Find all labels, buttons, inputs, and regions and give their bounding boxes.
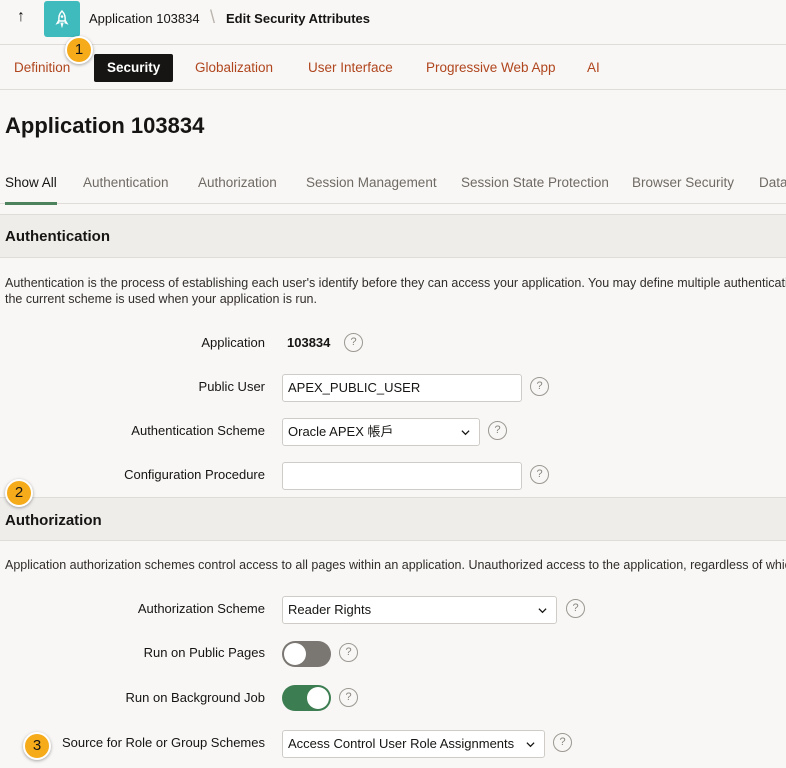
tab-ai[interactable]: AI — [574, 54, 613, 82]
run-on-public-pages-toggle[interactable] — [282, 641, 331, 667]
region-tabs: Show All Authentication Authorization Se… — [0, 168, 786, 205]
page-title: Application 103834 — [5, 113, 205, 138]
authorization-scheme-select[interactable]: Reader Rights — [282, 596, 557, 624]
toggle-knob — [307, 687, 329, 709]
tab-user-interface[interactable]: User Interface — [295, 54, 406, 82]
chevron-down-icon — [461, 430, 470, 436]
top-tabs: Definition Security Globalization User I… — [0, 46, 786, 90]
configuration-procedure-label: Configuration Procedure — [124, 467, 265, 482]
help-icon[interactable]: ? — [488, 421, 507, 440]
breadcrumb-separator: \ — [210, 7, 216, 27]
toggle-knob — [284, 643, 306, 665]
active-tab-indicator — [5, 202, 57, 205]
help-icon[interactable]: ? — [553, 733, 572, 752]
authentication-section-title: Authentication — [5, 228, 110, 245]
region-tab-show-all[interactable]: Show All — [5, 175, 57, 190]
chevron-down-icon — [538, 608, 547, 614]
source-for-role-value: Access Control User Role Assignments — [288, 736, 515, 751]
source-for-role-label: Source for Role or Group Schemes — [61, 735, 265, 750]
chevron-down-icon — [526, 742, 535, 748]
tab-progressive-web-app[interactable]: Progressive Web App — [413, 54, 569, 82]
public-user-label: Public User — [198, 379, 265, 394]
authentication-scheme-select[interactable]: Oracle APEX 帳戶 — [282, 418, 480, 446]
region-tab-session-management[interactable]: Session Management — [306, 175, 437, 190]
run-on-background-job-label: Run on Background Job — [125, 690, 265, 705]
configuration-procedure-field[interactable] — [282, 462, 522, 490]
region-tab-authorization[interactable]: Authorization — [198, 175, 277, 190]
help-icon[interactable]: ? — [344, 333, 363, 352]
run-on-public-pages-label: Run on Public Pages — [143, 645, 265, 660]
callout-marker-2: 2 — [5, 479, 33, 507]
authorization-scheme-label: Authorization Scheme — [137, 601, 265, 616]
run-on-background-job-toggle[interactable] — [282, 685, 331, 711]
authentication-description-line-1: Authentication is the process of establi… — [5, 276, 786, 290]
region-tab-data[interactable]: Data — [759, 175, 786, 190]
help-icon[interactable]: ? — [339, 688, 358, 707]
source-for-role-select[interactable]: Access Control User Role Assignments — [282, 730, 545, 758]
help-icon[interactable]: ? — [566, 599, 585, 618]
breadcrumb-current-page: Edit Security Attributes — [226, 11, 370, 26]
breadcrumb-app-link[interactable]: Application 103834 — [89, 11, 200, 26]
authentication-scheme-value: Oracle APEX 帳戶 — [288, 424, 394, 439]
rocket-icon[interactable] — [44, 1, 80, 37]
up-arrow-icon[interactable]: ↑ — [12, 8, 30, 28]
tab-globalization[interactable]: Globalization — [182, 54, 286, 82]
application-label: Application — [201, 335, 265, 350]
help-icon[interactable]: ? — [530, 465, 549, 484]
authorization-scheme-value: Reader Rights — [288, 602, 372, 617]
authentication-section-header: Authentication — [0, 214, 786, 258]
region-tab-authentication[interactable]: Authentication — [83, 175, 169, 190]
region-tab-session-state-protection[interactable]: Session State Protection — [461, 175, 609, 190]
application-id-value: 103834 — [287, 335, 331, 350]
help-icon[interactable]: ? — [530, 377, 549, 396]
authorization-section-title: Authorization — [5, 512, 102, 529]
authorization-description: Application authorization schemes contro… — [5, 558, 786, 572]
help-icon[interactable]: ? — [339, 643, 358, 662]
public-user-field[interactable]: APEX_PUBLIC_USER — [282, 374, 522, 402]
authentication-scheme-label: Authentication Scheme — [131, 423, 265, 438]
authorization-section-header: Authorization — [0, 497, 786, 541]
tab-security[interactable]: Security — [94, 54, 174, 82]
region-tab-browser-security[interactable]: Browser Security — [632, 175, 734, 190]
callout-marker-1: 1 — [65, 36, 93, 64]
breadcrumb-bar: ↑ Application 103834 \ Edit Security Att… — [0, 0, 786, 45]
authentication-description-line-2: the current scheme is used when your app… — [5, 292, 317, 306]
